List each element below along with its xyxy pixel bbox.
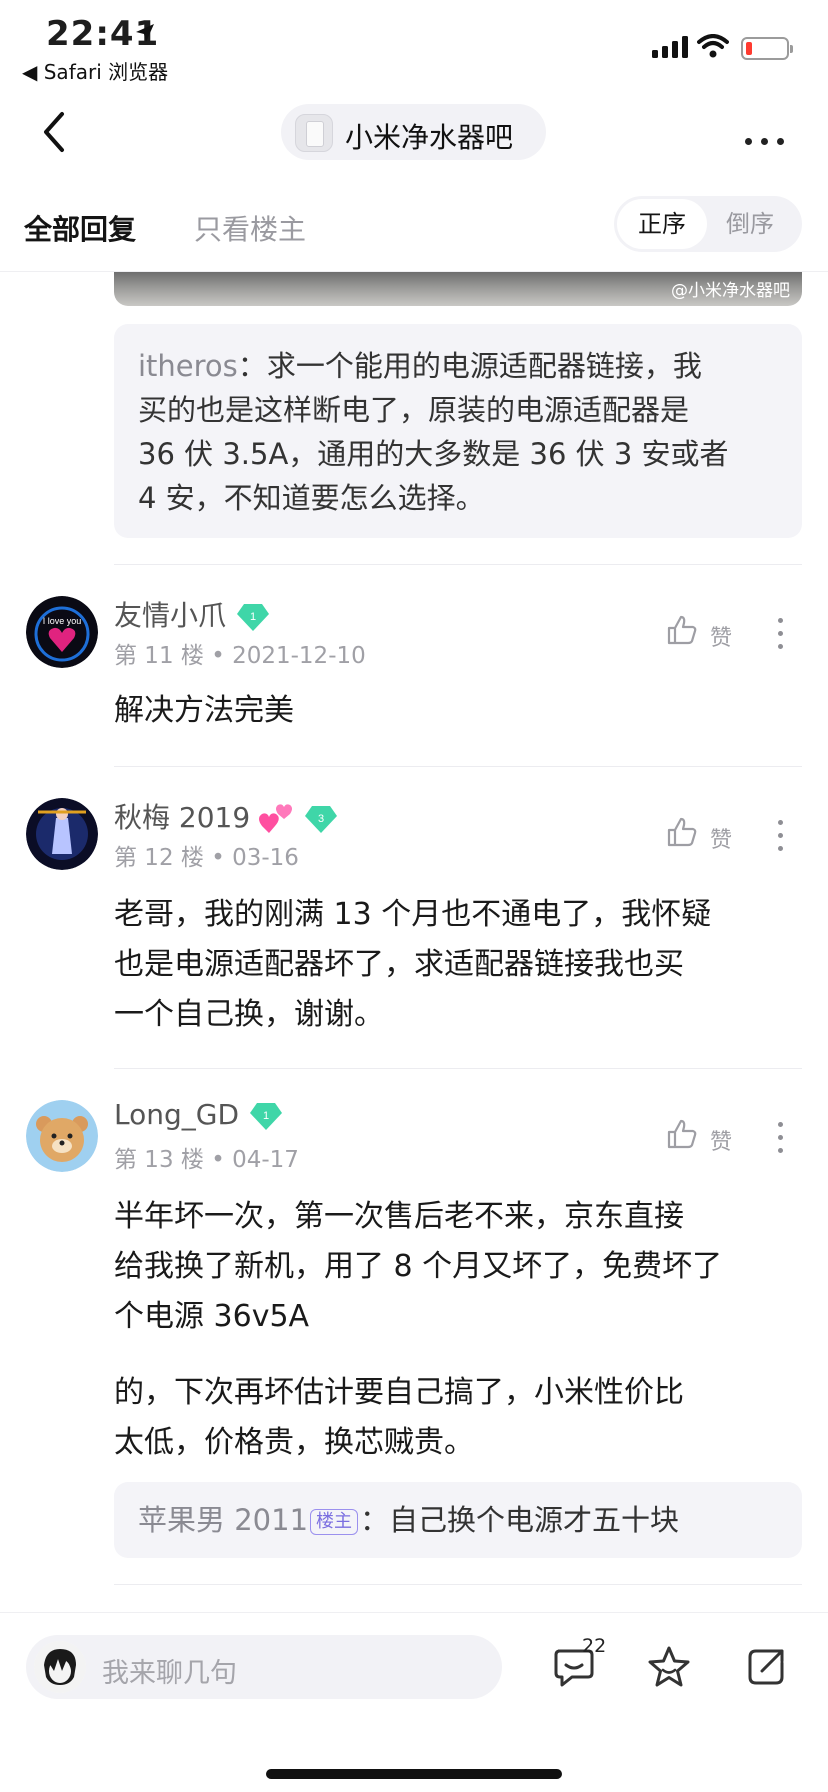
bottom-action-bar: 我来聊几句 22: [0, 1612, 828, 1792]
quote-line: 36 伏 3.5A，通用的大多数是 36 伏 3 安或者: [138, 437, 729, 471]
post-meta: 第 13 楼 • 04-17: [114, 1147, 299, 1173]
username[interactable]: Long_GD: [114, 1098, 239, 1131]
nav-bar: 小米净水器吧: [0, 92, 828, 172]
like-button[interactable]: 赞: [666, 614, 732, 651]
like-label: 赞: [710, 828, 733, 853]
svg-text:3: 3: [318, 813, 324, 825]
post-meta: 第 12 楼 • 03-16: [114, 845, 299, 871]
post-menu-icon[interactable]: [778, 820, 783, 859]
status-bar: 22:41 ◀ Safari 浏览器: [0, 0, 828, 92]
reply-filter-bar: 全部回复 只看楼主 正序 倒序: [0, 186, 828, 272]
star-icon: [648, 1646, 690, 1687]
back-to-safari-link[interactable]: ◀ Safari 浏览器: [22, 56, 168, 85]
post-image[interactable]: @小米净水器吧: [114, 272, 802, 306]
username[interactable]: 友情小爪: [114, 599, 226, 632]
favorite-button[interactable]: [646, 1645, 692, 1693]
level-badge-icon: 1: [250, 1103, 283, 1130]
share-button[interactable]: [744, 1645, 788, 1693]
quote-line: 4 安，不知道要怎么选择。: [138, 481, 485, 515]
tab-owner-only[interactable]: 只看楼主: [194, 208, 306, 248]
svg-text:I love you: I love you: [43, 616, 82, 626]
post-meta: 第 11 楼 • 2021-12-10: [114, 643, 366, 669]
tab-all-replies[interactable]: 全部回复: [24, 208, 136, 248]
like-button[interactable]: 赞: [666, 816, 732, 853]
location-arrow-icon: [136, 24, 154, 42]
quote-line: 买的也是这样断电了，原装的电源适配器是: [138, 393, 690, 427]
battery-icon: [741, 37, 793, 60]
post-body: 半年坏一次，第一次售后老不来，京东直接 给我换了新机，用了 8 个月又坏了，免费坏…: [114, 1199, 723, 1334]
avatar[interactable]: [26, 1100, 98, 1172]
forum-name: 小米净水器吧: [345, 121, 514, 154]
divider: [114, 766, 802, 767]
thumbs-up-icon: [667, 615, 697, 645]
avatar[interactable]: I love you: [26, 596, 98, 668]
sub-reply-username[interactable]: 苹果男 2011: [138, 1503, 308, 1537]
sort-descending-button[interactable]: 倒序: [726, 199, 774, 249]
cellular-signal-icon: [652, 36, 688, 58]
forum-thumbnail: [295, 114, 333, 152]
like-button[interactable]: 赞: [666, 1118, 732, 1155]
image-watermark: @小米净水器吧: [671, 281, 790, 301]
divider: [114, 1584, 802, 1585]
username-row: Long_GD 1: [114, 1098, 283, 1131]
my-avatar: [34, 1641, 86, 1693]
more-options-icon[interactable]: [745, 130, 793, 149]
post-body: 解决方法完美: [114, 693, 294, 728]
avatar[interactable]: [26, 798, 98, 870]
divider: [114, 1068, 802, 1069]
sub-reply[interactable]: 苹果男 2011 楼主 ：自己换个电源才五十块: [114, 1482, 802, 1558]
sub-reply-text: 自己换个电源才五十块: [389, 1503, 680, 1537]
post-body: 老哥，我的刚满 13 个月也不通电了，我怀疑 也是电源适配器坏了，求适配器链接我也…: [114, 897, 712, 1032]
divider: [114, 564, 802, 565]
like-label: 赞: [710, 1130, 733, 1155]
quote-username[interactable]: itheros: [138, 349, 238, 383]
username-row: 秋梅 2019 3: [114, 796, 338, 836]
wifi-icon: [697, 34, 729, 58]
owner-badge: 楼主: [310, 1509, 359, 1535]
comments-button[interactable]: 22: [552, 1635, 606, 1693]
svg-text:1: 1: [263, 1110, 269, 1122]
username[interactable]: 秋梅 2019: [114, 801, 250, 834]
svg-text:1: 1: [250, 611, 256, 623]
quoted-reply[interactable]: itheros：求一个能用的电源适配器链接，我 买的也是这样断电了，原装的电源适…: [114, 324, 802, 538]
post-menu-icon[interactable]: [778, 618, 783, 657]
sort-toggle: 正序 倒序: [614, 196, 802, 252]
level-badge-icon: 3: [305, 806, 338, 833]
like-label: 赞: [710, 626, 733, 651]
comment-count: 22: [582, 1635, 607, 1657]
share-icon: [748, 1649, 784, 1685]
reply-input[interactable]: 我来聊几句: [26, 1635, 502, 1699]
level-badge-icon: 1: [237, 604, 270, 631]
sort-ascending-button[interactable]: 正序: [617, 199, 707, 249]
thumbs-up-icon: [667, 1119, 697, 1149]
quote-line: itheros：求一个能用的电源适配器链接，我: [138, 349, 702, 383]
hearts-emoji-icon: [259, 804, 293, 833]
thumbs-up-icon: [667, 817, 697, 847]
username-row: 友情小爪 1: [114, 594, 270, 634]
post-menu-icon[interactable]: [778, 1122, 783, 1161]
forum-header-button[interactable]: 小米净水器吧: [281, 104, 546, 160]
post-body-continued: 的，下次再坏估计要自己搞了，小米性价比 太低，价格贵，换芯贼贵。: [114, 1375, 684, 1460]
back-chevron-icon[interactable]: [38, 110, 72, 154]
home-indicator: [266, 1769, 562, 1779]
reply-placeholder: 我来聊几句: [102, 1658, 237, 1689]
